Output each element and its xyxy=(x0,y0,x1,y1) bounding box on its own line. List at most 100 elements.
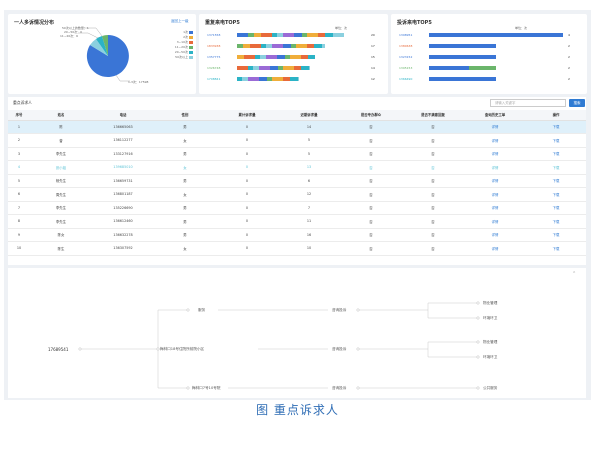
download-link[interactable]: 下载 xyxy=(526,160,586,175)
download-link[interactable]: 下载 xyxy=(526,228,586,242)
tree-branch-b[interactable]: 梅林口18号住院所前院小区 xyxy=(160,347,205,352)
tree-branch-c[interactable]: 梅林口7号10号院 xyxy=(192,386,221,391)
table-cell: 0 xyxy=(216,147,278,161)
table-row[interactable]: 2 曾 136112277 女 0 5 否否详情 下载 xyxy=(8,133,586,148)
download-link[interactable]: 下载 xyxy=(526,120,586,134)
rank-label: 1833938 xyxy=(207,44,221,48)
bar-segment xyxy=(294,33,302,37)
table-cell: 否 xyxy=(340,214,402,229)
detail-link[interactable]: 详情 xyxy=(464,147,526,161)
download-link[interactable]: 下载 xyxy=(526,201,586,215)
tree-mid-b[interactable]: 咨询投诉 xyxy=(332,347,347,352)
tree-leaf-a2[interactable]: 环境环卫 xyxy=(483,316,497,321)
table-row[interactable]: 4 张小姐 139685010 女 0 13 否否详情 下载 xyxy=(8,160,586,175)
table-cell: 否 xyxy=(402,174,464,188)
rank-bar[interactable] xyxy=(237,77,299,81)
column-header[interactable]: 姓名 xyxy=(30,110,92,121)
detail-link[interactable]: 详情 xyxy=(464,133,526,148)
detail-link[interactable]: 详情 xyxy=(464,187,526,202)
table-cell: 否 xyxy=(402,187,464,202)
table-cell: 女 xyxy=(154,133,216,148)
table-row[interactable]: 10 陈生 136307592 女 0 10 否否详情 下载 xyxy=(8,241,586,256)
table-caption: 重点诉求人 xyxy=(13,100,32,105)
bar-segment xyxy=(248,77,259,81)
legend-item[interactable]: 3~10次 xyxy=(168,40,188,44)
legend-item[interactable]: 20~50次 xyxy=(168,50,188,54)
download-link[interactable]: 下载 xyxy=(526,147,586,161)
figure-caption: 图 重点诉求人 xyxy=(256,403,339,417)
table-cell: 陈 xyxy=(30,120,92,134)
legend-item[interactable]: 11~20次 xyxy=(168,45,188,49)
detail-link[interactable]: 详情 xyxy=(464,160,526,175)
bar-segment xyxy=(325,33,333,37)
table-row[interactable]: 6 周先生 136801187 女 0 12 否否详情 下载 xyxy=(8,187,586,202)
rank-bar[interactable] xyxy=(429,66,496,70)
table-cell: 10 xyxy=(8,241,30,256)
rank-bar[interactable] xyxy=(429,44,496,48)
table-cell: 否 xyxy=(340,174,402,188)
download-link[interactable]: 下载 xyxy=(526,187,586,202)
tree-mid-c[interactable]: 咨询投诉 xyxy=(332,386,347,391)
detail-link[interactable]: 详情 xyxy=(464,201,526,215)
table-cell: 0 xyxy=(216,120,278,134)
table-row[interactable]: 3 李先生 133127916 男 0 5 否否详情 下载 xyxy=(8,147,586,161)
table-cell: 7 xyxy=(8,201,30,215)
search-input[interactable]: 请输入关键字 xyxy=(490,99,566,107)
complaint-call-unit: 单位：次 xyxy=(515,26,528,30)
rank-bar[interactable] xyxy=(237,33,344,37)
table-row[interactable]: 9 陈女 136632278 男 0 16 否否详情 下载 xyxy=(8,228,586,242)
download-link[interactable]: 下载 xyxy=(526,214,586,229)
tree-leaf-c1[interactable]: 公共服务 xyxy=(483,386,497,391)
detail-link[interactable]: 详情 xyxy=(464,120,526,134)
legend-item[interactable]: 50次以上 xyxy=(168,55,188,59)
download-link[interactable]: 下载 xyxy=(526,174,586,188)
tree-leaf-a1[interactable]: 物业管理 xyxy=(483,301,497,306)
rank-bar[interactable] xyxy=(237,44,325,48)
download-link[interactable]: 下载 xyxy=(526,241,586,256)
column-header[interactable]: 近期诉求量 xyxy=(278,110,340,121)
table-cell: 男 xyxy=(154,174,216,188)
detail-link[interactable]: 详情 xyxy=(464,241,526,256)
screenshot-frame: 一人多诉情况分布 返回上一级 50次以上的数量：1 20~50次：0 11~20… xyxy=(4,10,591,400)
tree-branch-a[interactable]: 服务 xyxy=(198,308,205,313)
table-cell: 11 xyxy=(278,214,340,229)
tree-leaf-b1[interactable]: 物业管理 xyxy=(483,340,497,345)
rank-bar[interactable] xyxy=(429,77,496,81)
legend-item[interactable]: 1次 xyxy=(174,30,188,34)
search-button[interactable]: 搜索 xyxy=(569,99,585,107)
column-header[interactable]: 是否不满意回复 xyxy=(402,110,464,121)
table-cell: 否 xyxy=(402,201,464,215)
tree-mid-a[interactable]: 咨询投诉 xyxy=(332,308,347,313)
table-cell: 16 xyxy=(278,228,340,242)
column-header[interactable]: 操作 xyxy=(526,110,586,121)
rank-bar[interactable] xyxy=(429,55,496,59)
column-header[interactable]: 是否专办群众 xyxy=(340,110,402,121)
column-header[interactable]: 序号 xyxy=(8,110,30,121)
rank-value: 2 xyxy=(568,44,570,48)
tree-links xyxy=(78,301,480,390)
detail-link[interactable]: 详情 xyxy=(464,174,526,188)
column-header[interactable]: 电话 xyxy=(92,110,154,121)
rank-bar[interactable] xyxy=(237,66,310,70)
column-header[interactable]: 累计诉求量 xyxy=(216,110,278,121)
detail-link[interactable]: 详情 xyxy=(464,214,526,229)
table-cell: 136665063 xyxy=(92,120,154,134)
rank-label: 1323152 xyxy=(399,55,413,59)
rank-bar[interactable] xyxy=(429,33,563,37)
bar-segment xyxy=(307,33,318,37)
rank-bar[interactable] xyxy=(237,55,315,59)
column-header[interactable]: 查询历史工单 xyxy=(464,110,526,121)
table-row[interactable]: 7 李先生 135226690 男 0 7 否否详情 下载 xyxy=(8,201,586,215)
column-header[interactable]: 性别 xyxy=(154,110,216,121)
detail-link[interactable]: 详情 xyxy=(464,228,526,242)
table-row[interactable]: 1 陈 136665063 男 0 14 否否详情 下载 xyxy=(8,120,586,134)
tree-leaf-b2[interactable]: 环境环卫 xyxy=(483,355,497,360)
tree-root[interactable]: 17689541 xyxy=(48,347,68,352)
table-row[interactable]: 5 杨先生 136659731 男 0 6 否否详情 下载 xyxy=(8,174,586,188)
download-link[interactable]: 下载 xyxy=(526,133,586,148)
table-cell: 否 xyxy=(402,228,464,242)
legend-item[interactable]: 2次 xyxy=(174,35,188,39)
bar-segment xyxy=(277,55,285,59)
table-row[interactable]: 8 李先生 136612460 男 0 11 否否详情 下载 xyxy=(8,214,586,229)
table-cell: 否 xyxy=(402,241,464,256)
